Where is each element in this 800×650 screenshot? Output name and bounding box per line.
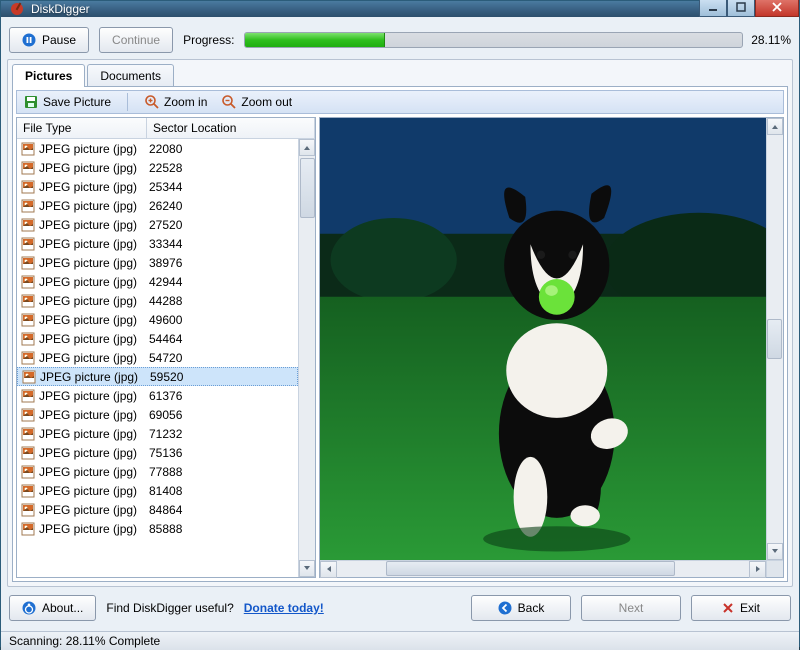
exit-button[interactable]: Exit (691, 595, 791, 621)
list-rows[interactable]: JPEG picture (jpg)22080JPEG picture (jpg… (17, 139, 298, 577)
pause-label: Pause (42, 33, 76, 47)
preview-scroll-left[interactable] (320, 561, 337, 578)
zoom-out-icon (221, 94, 237, 110)
donate-link[interactable]: Donate today! (244, 601, 324, 615)
inner-toolbar: Save Picture Zoom in Zoom out (16, 90, 784, 114)
client-area: Pause Continue Progress: 28.11% Pictures… (1, 17, 799, 631)
table-row[interactable]: JPEG picture (jpg)84864 (17, 500, 298, 519)
save-icon (23, 94, 39, 110)
zoom-in-icon (144, 94, 160, 110)
scroll-down-button[interactable] (299, 560, 315, 577)
table-row[interactable]: JPEG picture (jpg)27520 (17, 215, 298, 234)
table-row[interactable]: JPEG picture (jpg)69056 (17, 405, 298, 424)
table-row[interactable]: JPEG picture (jpg)26240 (17, 196, 298, 215)
next-button[interactable]: Next (581, 595, 681, 621)
status-text: Scanning: 28.11% Complete (9, 634, 160, 648)
progress-wrap: 28.11% (244, 32, 791, 48)
preview-hscrollbar[interactable] (320, 560, 783, 577)
table-row[interactable]: JPEG picture (jpg)49600 (17, 310, 298, 329)
app-icon (9, 1, 25, 17)
info-icon (22, 601, 36, 615)
table-row[interactable]: JPEG picture (jpg)59520 (17, 367, 298, 386)
pause-icon (22, 33, 36, 47)
progress-label: Progress: (183, 33, 234, 47)
table-row[interactable]: JPEG picture (jpg)61376 (17, 386, 298, 405)
window-title: DiskDigger (31, 2, 699, 16)
footer-bar: About... Find DiskDigger useful? Donate … (7, 591, 793, 625)
tab-pictures[interactable]: Pictures (12, 64, 85, 87)
scroll-corner (766, 561, 783, 577)
preview-scroll-down[interactable] (767, 543, 783, 560)
save-picture-button[interactable]: Save Picture (23, 94, 111, 110)
progress-bar (244, 32, 743, 48)
col-file-type[interactable]: File Type (17, 118, 147, 138)
status-bar: Scanning: 28.11% Complete (1, 631, 799, 650)
scroll-thumb[interactable] (300, 158, 315, 218)
top-toolbar: Pause Continue Progress: 28.11% (7, 23, 793, 55)
table-row[interactable]: JPEG picture (jpg)85888 (17, 519, 298, 538)
main-panel: Pictures Documents Save Picture Zoom in (7, 59, 793, 587)
maximize-button[interactable] (727, 0, 755, 17)
zoom-in-button[interactable]: Zoom in (144, 94, 207, 110)
file-list: File Type Sector Location JPEG picture (… (16, 117, 316, 578)
list-vscrollbar[interactable] (298, 139, 315, 577)
table-row[interactable]: JPEG picture (jpg)42944 (17, 272, 298, 291)
progress-fill (245, 33, 385, 47)
pause-button[interactable]: Pause (9, 27, 89, 53)
table-row[interactable]: JPEG picture (jpg)54720 (17, 348, 298, 367)
list-body: JPEG picture (jpg)22080JPEG picture (jpg… (17, 139, 315, 577)
zoom-out-button[interactable]: Zoom out (221, 94, 292, 110)
continue-label: Continue (112, 33, 160, 47)
table-row[interactable]: JPEG picture (jpg)25344 (17, 177, 298, 196)
about-button[interactable]: About... (9, 595, 96, 621)
back-button[interactable]: Back (471, 595, 571, 621)
tab-bar: Pictures Documents (12, 64, 788, 87)
minimize-button[interactable] (699, 0, 727, 17)
table-row[interactable]: JPEG picture (jpg)22080 (17, 139, 298, 158)
preview-scroll-right[interactable] (749, 561, 766, 578)
tab-documents[interactable]: Documents (87, 64, 174, 87)
col-sector[interactable]: Sector Location (147, 118, 315, 138)
progress-percent: 28.11% (751, 33, 791, 47)
preview-vscrollbar[interactable] (766, 118, 783, 560)
close-icon (722, 602, 734, 614)
table-row[interactable]: JPEG picture (jpg)77888 (17, 462, 298, 481)
table-row[interactable]: JPEG picture (jpg)81408 (17, 481, 298, 500)
table-row[interactable]: JPEG picture (jpg)44288 (17, 291, 298, 310)
tab-body: Save Picture Zoom in Zoom out (12, 86, 788, 582)
toolbar-separator (127, 93, 128, 111)
preview-vthumb[interactable] (767, 319, 782, 359)
preview-pane (319, 117, 784, 578)
table-row[interactable]: JPEG picture (jpg)22528 (17, 158, 298, 177)
table-row[interactable]: JPEG picture (jpg)33344 (17, 234, 298, 253)
titlebar[interactable]: DiskDigger (1, 1, 799, 17)
continue-button[interactable]: Continue (99, 27, 173, 53)
close-button[interactable] (755, 0, 799, 17)
table-row[interactable]: JPEG picture (jpg)75136 (17, 443, 298, 462)
window-controls (699, 0, 799, 17)
footer-useful-text: Find DiskDigger useful? (106, 601, 233, 615)
table-row[interactable]: JPEG picture (jpg)54464 (17, 329, 298, 348)
preview-scroll-up[interactable] (767, 118, 783, 135)
content-split: File Type Sector Location JPEG picture (… (16, 117, 784, 578)
preview-image[interactable] (320, 118, 783, 560)
table-row[interactable]: JPEG picture (jpg)38976 (17, 253, 298, 272)
app-window: DiskDigger Pause Continue Progress: 28.1… (0, 0, 800, 647)
preview-hthumb[interactable] (386, 561, 674, 576)
list-header: File Type Sector Location (17, 118, 315, 139)
scroll-up-button[interactable] (299, 139, 315, 156)
back-icon (498, 601, 512, 615)
table-row[interactable]: JPEG picture (jpg)71232 (17, 424, 298, 443)
